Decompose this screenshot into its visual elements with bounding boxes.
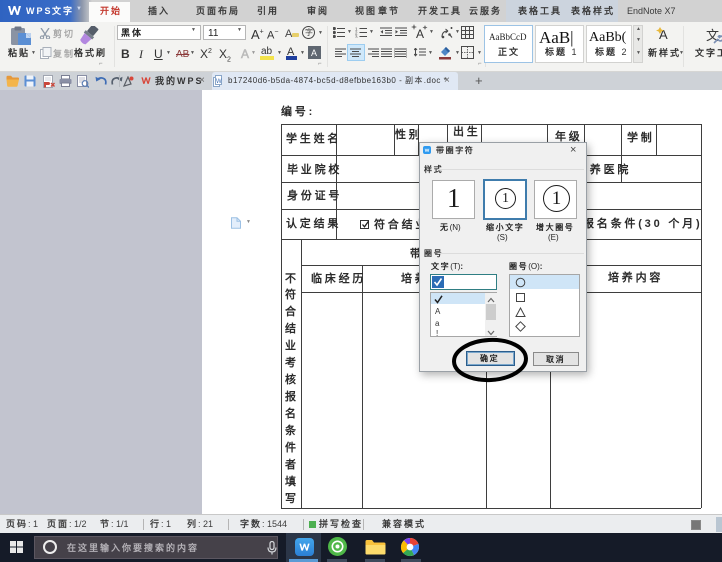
svg-text:W: W	[216, 79, 222, 85]
svg-text:3: 3	[355, 35, 358, 38]
